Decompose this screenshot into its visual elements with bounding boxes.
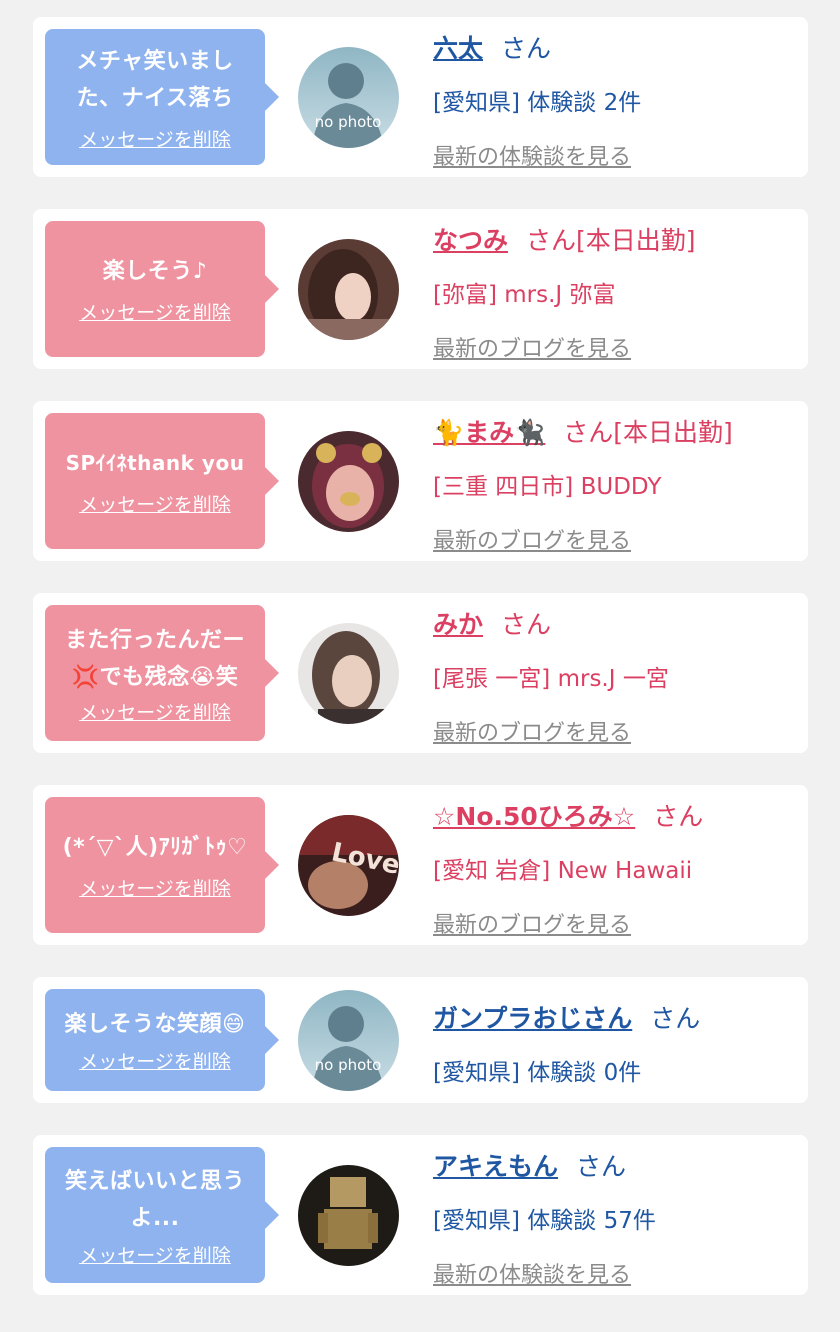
list-item: また行ったんだー💢でも残念😭笑 メッセージを削除 みか さん [尾張 一宮] mr…: [33, 593, 808, 753]
location: [愛知県]: [433, 1060, 520, 1086]
location: [三重 四日市]: [433, 474, 574, 500]
location: [尾張 一宮]: [433, 666, 551, 692]
message-bubble: メチャ笑いました、ナイス落ち メッセージを削除: [45, 29, 279, 165]
detail: 体験談 0件: [527, 1060, 642, 1086]
user-info: [愛知県] 体験談 57件: [433, 1201, 656, 1235]
user-name-link[interactable]: ガンプラおじさん: [433, 1004, 632, 1033]
delete-message-link[interactable]: メッセージを削除: [79, 698, 231, 725]
avatar[interactable]: no photo: [298, 47, 399, 148]
list-item: 笑えばいいと思うよ... メッセージを削除 アキえもん さん [愛知県] 体験談 …: [33, 1135, 808, 1295]
delete-message-link[interactable]: メッセージを削除: [79, 1241, 231, 1268]
latest-review-link[interactable]: 最新の体験談を見る: [433, 139, 641, 171]
no-photo-text: no photo: [315, 1056, 382, 1074]
latest-blog-link[interactable]: 最新のブログを見る: [433, 331, 696, 363]
delete-message-link[interactable]: メッセージを削除: [79, 298, 231, 325]
list-item: (*´▽`人)ｱﾘｶﾞﾄｩ♡ メッセージを削除 Love ☆No.50ひろみ☆ さ…: [33, 785, 808, 945]
latest-review-link[interactable]: 最新の体験談を見る: [433, 1257, 656, 1289]
message-text: 楽しそう♪: [102, 259, 208, 284]
avatar[interactable]: [298, 623, 399, 724]
detail: 体験談 57件: [527, 1208, 656, 1234]
avatar[interactable]: no photo: [298, 990, 399, 1091]
list-item: メチャ笑いました、ナイス落ち メッセージを削除 no photo 六太 さん [愛…: [33, 17, 808, 177]
message-bubble: SPｲｲﾈthank you メッセージを削除: [45, 413, 279, 549]
detail: BUDDY: [580, 474, 662, 500]
message-text: メチャ笑いました、ナイス落ち: [76, 48, 234, 111]
message-bubble: 楽しそうな笑顔😄 メッセージを削除: [45, 989, 279, 1091]
honorific: さん: [650, 1004, 701, 1033]
delete-message-link[interactable]: メッセージを削除: [79, 125, 231, 152]
avatar[interactable]: [298, 1165, 399, 1266]
user-info: [尾張 一宮] mrs.J 一宮: [433, 659, 669, 693]
detail: mrs.J 一宮: [557, 666, 669, 692]
message-bubble: 笑えばいいと思うよ... メッセージを削除: [45, 1147, 279, 1283]
user-info: [弥富] mrs.J 弥富: [433, 275, 696, 309]
honorific: さん: [653, 802, 704, 831]
user-name-link[interactable]: 🐈まみ🐈‍⬛: [433, 418, 545, 447]
message-bubble: 楽しそう♪ メッセージを削除: [45, 221, 279, 357]
message-text: (*´▽`人)ｱﾘｶﾞﾄｩ♡: [62, 835, 248, 860]
message-list: メチャ笑いました、ナイス落ち メッセージを削除 no photo 六太 さん [愛…: [0, 0, 840, 1332]
honorific: さん: [501, 610, 552, 639]
delete-message-link[interactable]: メッセージを削除: [79, 490, 231, 517]
user-info: [愛知県] 体験談 2件: [433, 83, 641, 117]
message-bubble: また行ったんだー💢でも残念😭笑 メッセージを削除: [45, 605, 279, 741]
detail: New Hawaii: [557, 858, 693, 884]
user-info: [愛知県] 体験談 0件: [433, 1053, 700, 1087]
user-name-link[interactable]: なつみ: [433, 226, 508, 255]
list-item: SPｲｲﾈthank you メッセージを削除 🐈まみ🐈‍⬛ さん[本日出勤] […: [33, 401, 808, 561]
message-text: また行ったんだー💢でも残念😭笑: [64, 627, 245, 690]
detail: 体験談 2件: [527, 90, 642, 116]
user-info: [愛知 岩倉] New Hawaii: [433, 851, 703, 885]
location: [愛知 岩倉]: [433, 858, 551, 884]
user-name-link[interactable]: みか: [433, 610, 483, 639]
list-item: 楽しそうな笑顔😄 メッセージを削除 no photo ガンプラおじさん さん [愛…: [33, 977, 808, 1103]
location: [弥富]: [433, 282, 497, 308]
location: [愛知県]: [433, 1208, 520, 1234]
detail: mrs.J 弥富: [504, 282, 616, 308]
delete-message-link[interactable]: メッセージを削除: [79, 1047, 231, 1074]
avatar[interactable]: Love: [298, 815, 399, 916]
latest-blog-link[interactable]: 最新のブログを見る: [433, 715, 669, 747]
list-item: 楽しそう♪ メッセージを削除 なつみ さん[本日出勤] [弥富] mrs.J 弥富…: [33, 209, 808, 369]
avatar[interactable]: [298, 431, 399, 532]
latest-blog-link[interactable]: 最新のブログを見る: [433, 907, 703, 939]
latest-blog-link[interactable]: 最新のブログを見る: [433, 523, 733, 555]
honorific: さん[本日出勤]: [563, 418, 733, 447]
message-bubble: (*´▽`人)ｱﾘｶﾞﾄｩ♡ メッセージを削除: [45, 797, 279, 933]
honorific: さん: [501, 34, 552, 63]
user-name-link[interactable]: ☆No.50ひろみ☆: [433, 802, 635, 831]
message-text: 笑えばいいと思うよ...: [64, 1168, 245, 1231]
avatar[interactable]: [298, 239, 399, 340]
user-info: [三重 四日市] BUDDY: [433, 467, 733, 501]
user-name-link[interactable]: 六太: [433, 34, 483, 63]
message-text: SPｲｲﾈthank you: [65, 451, 245, 475]
user-name-link[interactable]: アキえもん: [433, 1152, 558, 1181]
delete-message-link[interactable]: メッセージを削除: [79, 874, 231, 901]
honorific: さん[本日出勤]: [526, 226, 696, 255]
no-photo-text: no photo: [315, 113, 382, 131]
honorific: さん: [576, 1152, 627, 1181]
location: [愛知県]: [433, 90, 520, 116]
message-text: 楽しそうな笑顔😄: [64, 1012, 246, 1037]
